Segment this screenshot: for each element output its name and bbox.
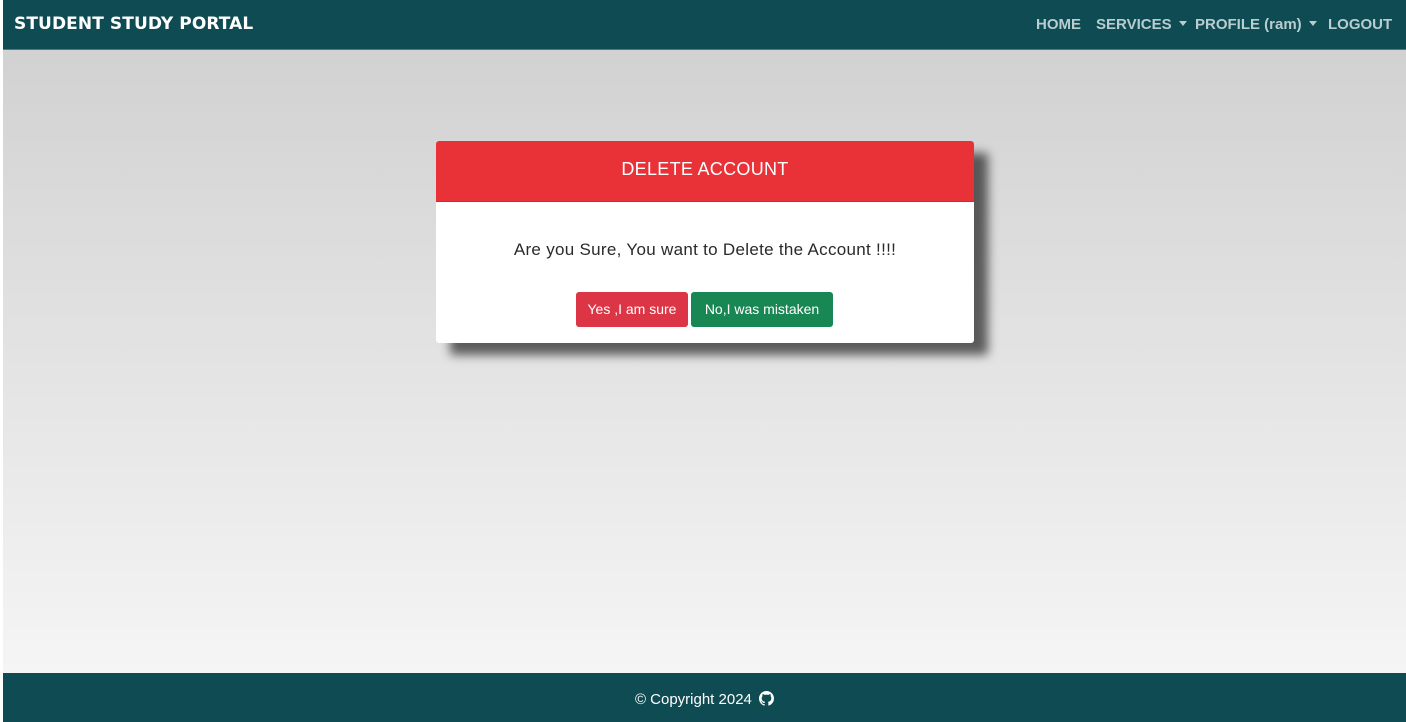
footer-content: © Copyright 2024 [3, 691, 1406, 708]
nav-home-label: HOME [1036, 16, 1081, 33]
nav-home-link[interactable]: HOME [1036, 16, 1081, 33]
copyright-text: © Copyright 2024 [634, 691, 752, 708]
brand-logo-text[interactable]: STUDENT STUDY PORTAL [14, 14, 253, 34]
github-icon[interactable] [759, 691, 775, 706]
delete-account-dialog: DELETE ACCOUNT Are you Sure, You want to… [436, 141, 974, 343]
caret-down-icon [1178, 21, 1187, 26]
dialog-message: Are you Sure, You want to Delete the Acc… [513, 240, 897, 259]
cancel-delete-button[interactable]: No,I was mistaken [691, 292, 833, 327]
nav-logout-label: LOGOUT [1328, 16, 1393, 33]
nav-services-label: SERVICES [1096, 16, 1172, 33]
caret-down-icon [1308, 21, 1317, 26]
nav-profile-label: PROFILE (ram) [1195, 16, 1302, 33]
confirm-delete-button[interactable]: Yes ,I am sure [576, 292, 688, 327]
page-background: STUDENT STUDY PORTAL HOME SERVICES PROFI… [3, 0, 1406, 722]
dialog-title: DELETE ACCOUNT [436, 141, 974, 202]
nav-logout-link[interactable]: LOGOUT [1328, 16, 1392, 33]
nav-services-dropdown[interactable]: SERVICES [1096, 16, 1187, 33]
top-navbar: STUDENT STUDY PORTAL HOME SERVICES PROFI… [3, 0, 1406, 50]
footer: © Copyright 2024 [3, 673, 1406, 722]
nav-profile-dropdown[interactable]: PROFILE (ram) [1195, 16, 1317, 33]
